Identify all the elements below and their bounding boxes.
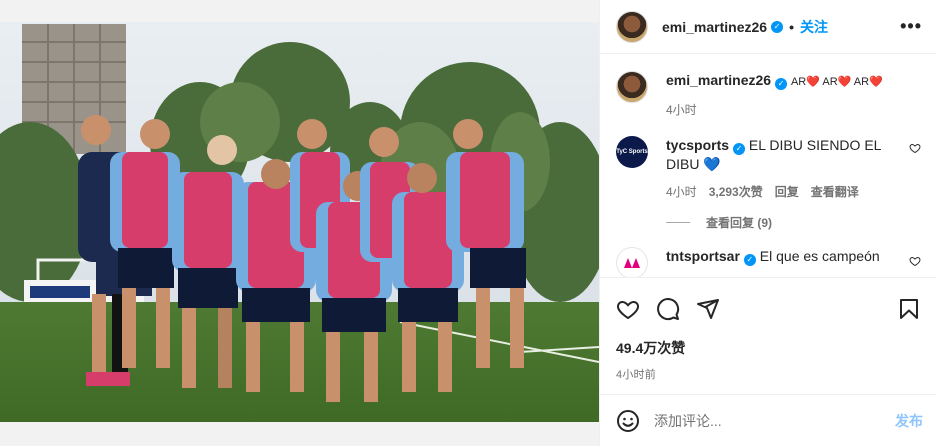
separator-dot: • — [789, 18, 794, 35]
like-heart-icon[interactable] — [616, 297, 640, 321]
caption-username[interactable]: emi_martinez26 — [666, 72, 771, 88]
like-comment-heart-icon[interactable] — [909, 255, 921, 267]
view-replies-button[interactable]: 查看回复 (9) — [666, 214, 936, 231]
commenter-username[interactable]: tycsports — [666, 137, 729, 153]
comment-row: tntsportsar ✓ El que es campeón — [600, 231, 936, 277]
post-actions: 49.4万次赞 4小时前 — [600, 277, 936, 382]
view-replies-label: 查看回复 (9) — [706, 216, 773, 230]
see-translation-button[interactable]: 查看翻译 — [811, 183, 859, 200]
commenter-username[interactable]: tntsportsar — [666, 248, 740, 264]
post-panel: emi_martinez26 ✓ • 关注 ••• emi_martinez26… — [599, 0, 936, 446]
team-photo-illustration — [0, 22, 599, 422]
caption-text: AR❤️ AR❤️ AR❤️ — [790, 76, 883, 88]
caption-time: 4小时 — [666, 103, 697, 117]
post-comment-button[interactable]: 发布 — [895, 411, 923, 431]
comments-list[interactable]: emi_martinez26 ✓ AR❤️ AR❤️ AR❤️ 4小时 TyC S… — [600, 55, 936, 277]
likes-count[interactable]: 49.4万次赞 — [616, 338, 921, 358]
post-header: emi_martinez26 ✓ • 关注 ••• — [600, 0, 936, 54]
verified-badge-icon: ✓ — [733, 143, 746, 155]
like-comment-heart-icon[interactable] — [909, 142, 921, 154]
author-username[interactable]: emi_martinez26 — [662, 19, 767, 35]
save-bookmark-icon[interactable] — [897, 297, 921, 321]
share-paper-plane-icon[interactable] — [696, 297, 720, 321]
post-time: 4小时前 — [616, 369, 656, 381]
verified-badge-icon: ✓ — [771, 20, 784, 33]
post-photo[interactable] — [0, 22, 599, 422]
reply-button[interactable]: 回复 — [775, 183, 799, 200]
comment-bubble-icon[interactable] — [656, 297, 680, 321]
post-media — [0, 0, 599, 446]
caption-avatar[interactable] — [616, 71, 648, 103]
comment-row: TyC Sports tycsports ✓ EL DIBU SIENDO EL … — [600, 118, 936, 200]
action-bar — [616, 296, 921, 322]
comment-likes[interactable]: 3,293次赞 — [709, 183, 763, 200]
comment-time: 4小时 — [666, 185, 697, 199]
verified-badge-icon: ✓ — [775, 78, 788, 90]
author-avatar[interactable] — [616, 10, 648, 43]
commenter-avatar[interactable]: TyC Sports — [616, 136, 648, 168]
comment-text: El que es campeón — [759, 248, 880, 264]
verified-badge-icon: ✓ — [743, 254, 756, 266]
replies-divider — [666, 222, 690, 223]
avatar-logo-text: TyC Sports — [616, 149, 648, 155]
emoji-icon[interactable] — [616, 409, 640, 433]
comment-input[interactable] — [654, 412, 895, 429]
caption-row: emi_martinez26 ✓ AR❤️ AR❤️ AR❤️ 4小时 — [600, 55, 936, 118]
more-options-icon[interactable]: ••• — [900, 16, 922, 37]
commenter-avatar[interactable] — [616, 247, 648, 277]
comment-composer: 发布 — [600, 394, 936, 446]
tnt-logo-icon — [624, 258, 640, 268]
follow-button[interactable]: 关注 — [800, 17, 828, 37]
